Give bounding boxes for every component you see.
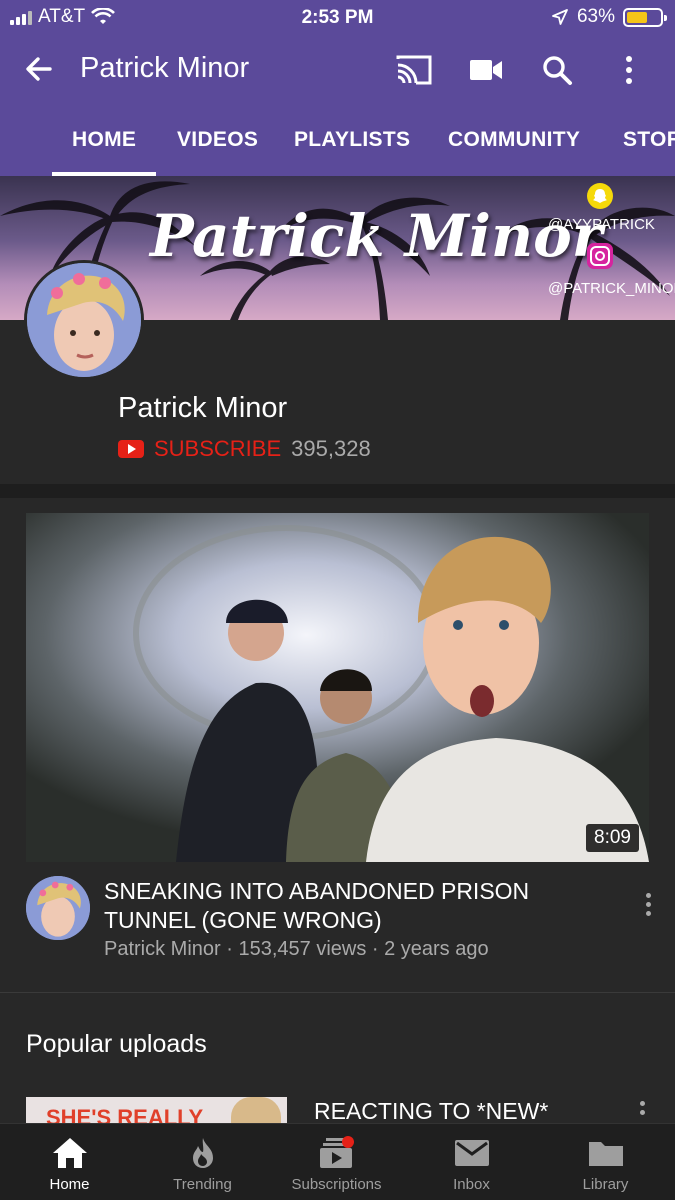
channel-tabs: HOME VIDEOS PLAYLISTS COMMUNITY STOR [0,102,675,176]
search-icon[interactable] [537,50,577,90]
upload-more-icon[interactable] [636,1101,648,1115]
tab-home[interactable]: HOME [72,128,136,152]
channel-avatar[interactable] [24,260,144,380]
status-right: 63% [551,6,667,28]
app-title: Patrick Minor [80,52,250,84]
subscriptions-icon [319,1136,354,1168]
nav-home[interactable]: Home [2,1124,137,1200]
nav-library[interactable]: Library [538,1124,673,1200]
upload-title[interactable]: REACTING TO *NEW* [314,1098,548,1125]
snapchat-icon [587,183,613,209]
tab-playlists[interactable]: PLAYLISTS [294,128,410,152]
cast-icon[interactable] [394,50,434,90]
back-arrow-icon[interactable] [20,50,58,88]
video-channel-avatar[interactable] [26,876,90,940]
camera-icon[interactable] [466,50,506,90]
instagram-icon [587,243,613,269]
status-bar: AT&T 2:53 PM 63% [0,0,675,36]
app-bar: Patrick Minor [0,36,675,102]
nav-subscriptions-label: Subscriptions [291,1176,382,1193]
section-divider [0,484,675,498]
bottom-navigation: Home Trending Subscriptions Inbox Librar… [0,1123,675,1200]
banner-title: Patrick Minor [150,202,603,270]
location-arrow-icon [552,9,568,25]
subscribe-row: SUBSCRIBE 395,328 [118,436,371,462]
video-thumbnail-image [26,513,649,862]
tab-videos[interactable]: VIDEOS [177,128,258,152]
banner-snapchat-handle: @AYYPATRICK [548,216,655,233]
nav-home-label: Home [49,1176,90,1193]
library-folder-icon [588,1142,623,1166]
nav-subscriptions[interactable]: Subscriptions [269,1124,404,1200]
video-more-icon[interactable] [642,893,654,916]
video-meta: Patrick Minor · 153,457 views · 2 years … [104,938,489,960]
inbox-mail-icon [454,1140,489,1166]
more-vert-icon[interactable] [609,50,649,90]
nav-trending[interactable]: Trending [135,1124,270,1200]
popular-uploads-title: Popular uploads [26,1030,207,1058]
subscribe-button[interactable]: SUBSCRIBE [154,436,281,462]
tab-store[interactable]: STOR [623,128,675,152]
trending-flame-icon [192,1138,213,1168]
nav-trending-label: Trending [173,1176,232,1193]
home-icon [52,1138,87,1168]
channel-name: Patrick Minor [118,392,288,424]
nav-inbox[interactable]: Inbox [404,1124,539,1200]
tab-community[interactable]: COMMUNITY [448,128,580,152]
youtube-logo-icon [118,440,144,458]
battery-icon [623,7,667,27]
battery-fill [627,11,648,23]
video-duration-badge: 8:09 [586,824,639,852]
featured-video-thumbnail[interactable]: 8:09 [26,513,649,862]
banner-instagram-handle: @PATRICK_MINOR [548,280,675,297]
video-title[interactable]: SNEAKING INTO ABANDONED PRISON TUNNEL (G… [104,877,604,935]
subscriber-count: 395,328 [291,436,371,461]
battery-percent: 63% [576,6,615,27]
nav-library-label: Library [582,1176,629,1193]
nav-inbox-label: Inbox [453,1176,490,1193]
section-separator [0,992,675,993]
